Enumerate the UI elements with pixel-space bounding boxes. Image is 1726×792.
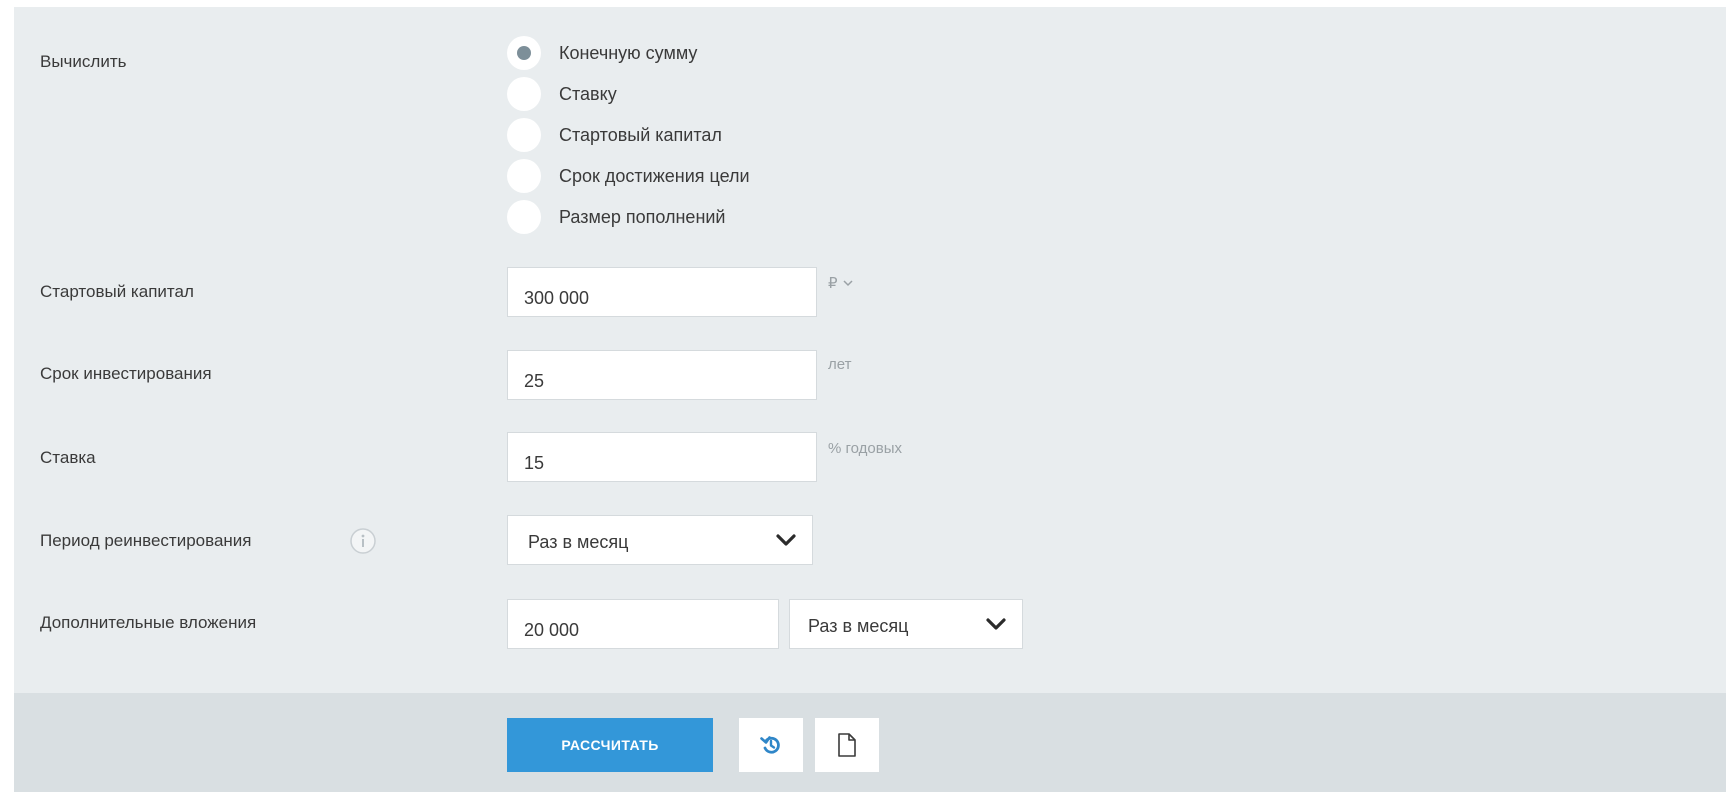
additional-contributions-input[interactable]: [507, 599, 779, 649]
radio-button-rate[interactable]: [507, 77, 541, 111]
currency-select[interactable]: ₽: [828, 274, 853, 292]
additional-period-value: Раз в месяц: [808, 615, 909, 636]
term-label: Срок инвестирования: [40, 364, 212, 383]
info-circle-icon[interactable]: [349, 527, 377, 555]
calculate-label: Вычислить: [40, 52, 127, 71]
reinvest-period-label: Период реинвестирования: [40, 531, 252, 550]
radio-label-rate: Ставку: [559, 83, 617, 104]
calculate-button[interactable]: РАССЧИТАТЬ: [507, 718, 713, 772]
start-capital-input[interactable]: [507, 267, 817, 317]
radio-label-contribution-size: Размер пополнений: [559, 206, 726, 227]
term-input[interactable]: [507, 350, 817, 400]
reset-icon: [760, 736, 780, 754]
calculator-form: [14, 7, 1726, 693]
chevron-down-icon: [776, 534, 796, 546]
radio-label-goal-term: Срок достижения цели: [559, 165, 750, 186]
start-capital-label: Стартовый капитал: [40, 282, 194, 301]
radio-option-goal-term[interactable]: Срок достижения цели: [507, 157, 750, 195]
term-unit: лет: [828, 356, 852, 373]
radio-option-rate[interactable]: Ставку: [507, 75, 617, 113]
radio-label-final-sum: Конечную сумму: [559, 42, 698, 63]
radio-option-final-sum[interactable]: Конечную сумму: [507, 34, 697, 72]
currency-label: ₽: [828, 275, 838, 292]
chevron-down-icon: [986, 618, 1006, 630]
radio-button-goal-term[interactable]: [507, 159, 541, 193]
reset-button[interactable]: [739, 718, 803, 772]
document-icon: [838, 733, 856, 757]
reinvest-period-value: Раз в месяц: [528, 531, 629, 552]
radio-option-start-capital[interactable]: Стартовый капитал: [507, 116, 722, 154]
chevron-down-icon: [843, 279, 853, 286]
document-button[interactable]: [815, 718, 879, 772]
additional-period-select[interactable]: Раз в месяц: [789, 599, 1023, 649]
radio-button-start-capital[interactable]: [507, 118, 541, 152]
rate-label: Ставка: [40, 448, 96, 467]
additional-contributions-label: Дополнительные вложения: [40, 613, 257, 632]
reinvest-period-select[interactable]: Раз в месяц: [507, 515, 813, 565]
radio-option-contribution-size[interactable]: Размер пополнений: [507, 198, 726, 236]
radio-button-contribution-size[interactable]: [507, 200, 541, 234]
radio-button-final-sum[interactable]: [507, 36, 541, 70]
rate-input[interactable]: [507, 432, 817, 482]
radio-label-start-capital: Стартовый капитал: [559, 124, 722, 145]
rate-unit: % годовых: [828, 440, 903, 457]
